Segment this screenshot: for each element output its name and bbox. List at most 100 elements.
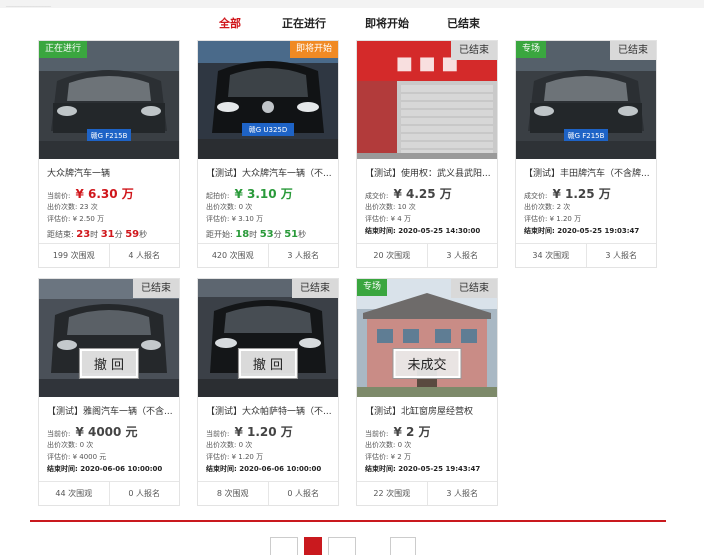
faint-header-text: _______________ [6, 0, 51, 7]
end-time-label: 结束时间: [365, 227, 396, 235]
minutes-unit: 分 [114, 230, 123, 239]
price-row: 起拍价: ¥ 3.10 万 [206, 185, 332, 201]
countdown-minutes: 53 [259, 229, 274, 240]
tab-in-progress[interactable]: 正在进行 [282, 15, 326, 31]
end-time: 结束时间: 2020-06-06 10:00:00 [206, 463, 332, 475]
signup-count: 4 人报名 [108, 244, 180, 267]
item-title[interactable]: 大众牌汽车一辆 [47, 167, 173, 181]
appraisal-price: 评估价: ¥ 4 万 [365, 215, 411, 223]
tab-ended[interactable]: 已结束 [447, 15, 480, 31]
price-label: 当前价: [365, 430, 389, 438]
svg-text:■ ■ ■: ■ ■ ■ [396, 53, 458, 74]
item-title[interactable]: 【测试】使用权：武义县武阳... [365, 167, 491, 181]
countdown: 距开始: 18时 53分 51秒 [206, 227, 332, 243]
price-row: 成交价: ¥ 1.25 万 [524, 185, 650, 201]
auction-card[interactable]: 赣G F215B 专场 已结束 【测试】丰田牌汽车（不含牌... 成交价: ¥ … [515, 40, 657, 268]
card-footer: 22 次围观 3 人报名 [357, 481, 497, 505]
pagination-divider [30, 520, 666, 522]
appraisal-price: 评估价: ¥ 1.20 万 [524, 215, 582, 223]
tab-all[interactable]: 全部 [219, 15, 241, 31]
signup-count: 0 人报名 [267, 482, 339, 505]
price-row: 成交价: ¥ 4.25 万 [365, 185, 491, 201]
item-title[interactable]: 【测试】北缸窗房屋经营权 [365, 405, 491, 419]
auction-card[interactable]: 撤 回 已结束 【测试】雅阁汽车一辆（不含... 当前价: ¥ 4000 元 出… [38, 278, 180, 506]
price-label: 当前价: [47, 430, 71, 438]
withdrawn-stamp: 撤 回 [78, 348, 140, 379]
signup-count: 3 人报名 [426, 482, 498, 505]
price-row: 当前价: ¥ 2 万 [365, 423, 491, 439]
bid-count: 出价次数: 23 次 [47, 203, 98, 211]
unsold-stamp: 未成交 [392, 348, 462, 379]
price-label: 当前价: [47, 192, 71, 200]
view-count: 8 次围观 [216, 489, 249, 498]
price-label: 当前价: [206, 430, 230, 438]
appraisal-price: 评估价: ¥ 2 万 [365, 453, 411, 461]
pagination-next-button[interactable] [390, 537, 416, 555]
auction-card[interactable]: 赣G F215B 正在进行 大众牌汽车一辆 当前价: ¥ 6.30 万 出价次数… [38, 40, 180, 268]
status-badge: 已结束 [133, 279, 179, 298]
price-row: 当前价: ¥ 6.30 万 [47, 185, 173, 201]
status-badge: 已结束 [451, 279, 497, 298]
countdown-label: 距开始: [206, 230, 233, 239]
card-footer: 34 次围观 3 人报名 [516, 243, 656, 267]
card-info: 大众牌汽车一辆 当前价: ¥ 6.30 万 出价次数: 23 次 评估价: ¥ … [47, 167, 173, 243]
appraisal-price: 评估价: ¥ 2.50 万 [47, 215, 105, 223]
price-label: 成交价: [365, 192, 389, 200]
pagination-current-page[interactable] [304, 537, 322, 555]
end-time: 结束时间: 2020-06-06 10:00:00 [47, 463, 173, 475]
tab-upcoming[interactable]: 即将开始 [365, 15, 409, 31]
end-time-value: 2020-06-06 10:00:00 [80, 465, 163, 473]
license-plate-text: 赣G F215B [568, 131, 605, 140]
item-title[interactable]: 【测试】丰田牌汽车（不含牌... [524, 167, 650, 181]
item-title[interactable]: 【测试】雅阁汽车一辆（不含... [47, 405, 173, 419]
special-badge: 专场 [516, 41, 547, 58]
card-info: 【测试】北缸窗房屋经营权 当前价: ¥ 2 万 出价次数: 0 次 评估价: ¥… [365, 405, 491, 475]
pagination-prev-button[interactable] [270, 537, 298, 555]
card-footer: 20 次围观 3 人报名 [357, 243, 497, 267]
end-time-value: 2020-05-25 14:30:00 [398, 227, 481, 235]
item-photo[interactable]: 赣G F215B [39, 41, 179, 159]
card-info: 【测试】大众帕萨特一辆（不... 当前价: ¥ 1.20 万 出价次数: 0 次… [206, 405, 332, 475]
view-count: 34 次围观 [532, 251, 570, 260]
auction-card[interactable]: 未成交 专场 已结束 【测试】北缸窗房屋经营权 当前价: ¥ 2 万 出价次数:… [356, 278, 498, 506]
pagination-page-button[interactable] [328, 537, 356, 555]
end-time-label: 结束时间: [365, 465, 396, 473]
countdown-hours: 23 [76, 229, 91, 240]
countdown-seconds: 51 [284, 229, 299, 240]
auction-card[interactable]: 撤 回 已结束 【测试】大众帕萨特一辆（不... 当前价: ¥ 1.20 万 出… [197, 278, 339, 506]
auction-card[interactable]: 赣G U325D 即将开始 【测试】大众牌汽车一辆（不... 起拍价: ¥ 3.… [197, 40, 339, 268]
hours-unit: 时 [90, 230, 99, 239]
license-plate-text: 赣G U325D [249, 125, 288, 134]
price-label: 成交价: [524, 192, 548, 200]
minutes-unit: 分 [273, 230, 282, 239]
view-count: 20 次围观 [373, 251, 411, 260]
price-value: ¥ 6.30 万 [75, 187, 134, 201]
bid-count: 出价次数: 0 次 [206, 203, 253, 211]
end-time: 结束时间: 2020-05-25 19:03:47 [524, 225, 650, 237]
auction-card[interactable]: ■ ■ ■ 已结束 【测试】使用权：武义县武阳... 成交价: ¥ 4.25 万… [356, 40, 498, 268]
end-time: 结束时间: 2020-05-25 19:43:47 [365, 463, 491, 475]
price-value: ¥ 1.20 万 [234, 425, 293, 439]
item-photo[interactable]: 赣G U325D [198, 41, 338, 159]
card-footer: 44 次围观 0 人报名 [39, 481, 179, 505]
end-time-value: 2020-06-06 10:00:00 [239, 465, 322, 473]
status-badge: 已结束 [610, 41, 656, 60]
auction-list-page: 全部 正在进行 即将开始 已结束 赣G F215B 正在进行 大众牌汽车一辆 当… [24, 10, 688, 555]
card-info: 【测试】丰田牌汽车（不含牌... 成交价: ¥ 1.25 万 出价次数: 2 次… [524, 167, 650, 237]
item-title[interactable]: 【测试】大众牌汽车一辆（不... [206, 167, 332, 181]
price-row: 当前价: ¥ 4000 元 [47, 423, 173, 439]
item-title[interactable]: 【测试】大众帕萨特一辆（不... [206, 405, 332, 419]
hours-unit: 时 [249, 230, 258, 239]
countdown: 距结束: 23时 31分 59秒 [47, 227, 173, 243]
card-info: 【测试】使用权：武义县武阳... 成交价: ¥ 4.25 万 出价次数: 10 … [365, 167, 491, 237]
seconds-unit: 秒 [139, 230, 148, 239]
appraisal-price: 评估价: ¥ 3.10 万 [206, 215, 264, 223]
end-time: 结束时间: 2020-05-25 14:30:00 [365, 225, 491, 237]
signup-count: 3 人报名 [426, 244, 498, 267]
status-badge: 已结束 [451, 41, 497, 60]
view-count: 420 次围观 [211, 251, 254, 260]
countdown-minutes: 31 [100, 229, 115, 240]
end-time-label: 结束时间: [206, 465, 237, 473]
signup-count: 3 人报名 [267, 244, 339, 267]
seconds-unit: 秒 [298, 230, 307, 239]
